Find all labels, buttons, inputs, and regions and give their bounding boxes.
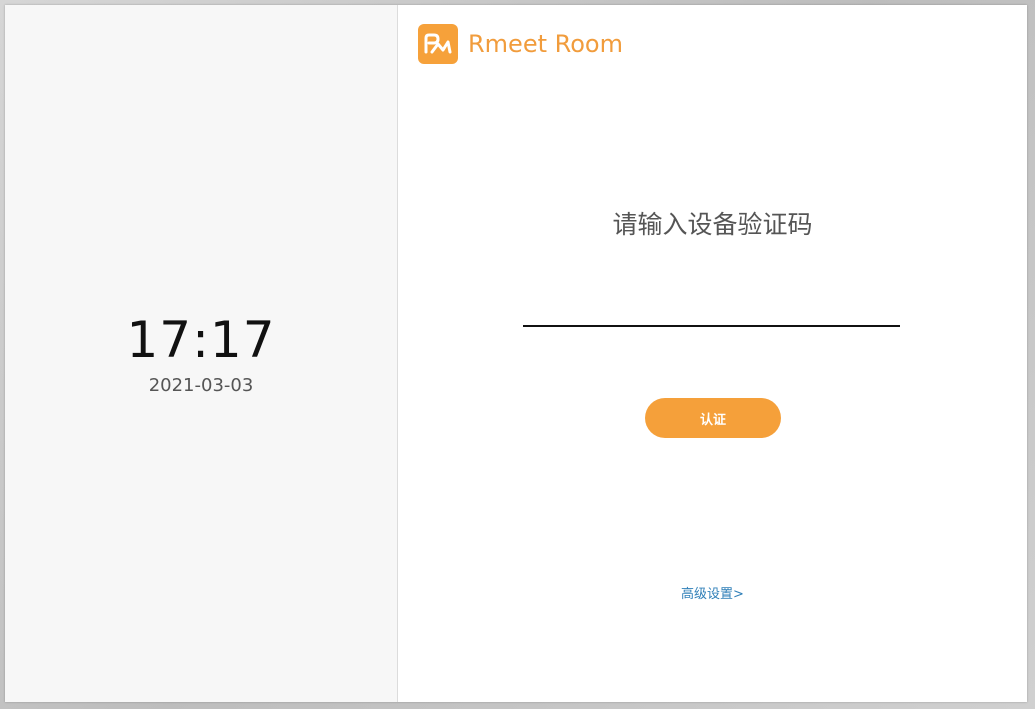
advanced-settings-link[interactable]: 高级设置> — [398, 583, 1027, 602]
clock-panel: 17:17 2021-03-03 — [5, 5, 398, 702]
verification-prompt: 请输入设备验证码 — [612, 210, 813, 239]
app-window: 17:17 2021-03-03 Rmeet Room 请输入设备验证码 认证 … — [5, 5, 1027, 702]
verification-panel: Rmeet Room 请输入设备验证码 认证 高级设置> — [398, 5, 1027, 702]
clock-block: 17:17 2021-03-03 — [5, 310, 397, 396]
clock-time: 17:17 — [126, 311, 276, 369]
verification-code-input[interactable] — [523, 291, 900, 327]
brand-header: Rmeet Room — [418, 24, 623, 64]
brand-name: Rmeet Room — [468, 30, 623, 58]
rmeet-logo-icon — [418, 24, 458, 64]
clock-date: 2021-03-03 — [148, 375, 254, 396]
authenticate-button[interactable]: 认证 — [645, 398, 781, 438]
